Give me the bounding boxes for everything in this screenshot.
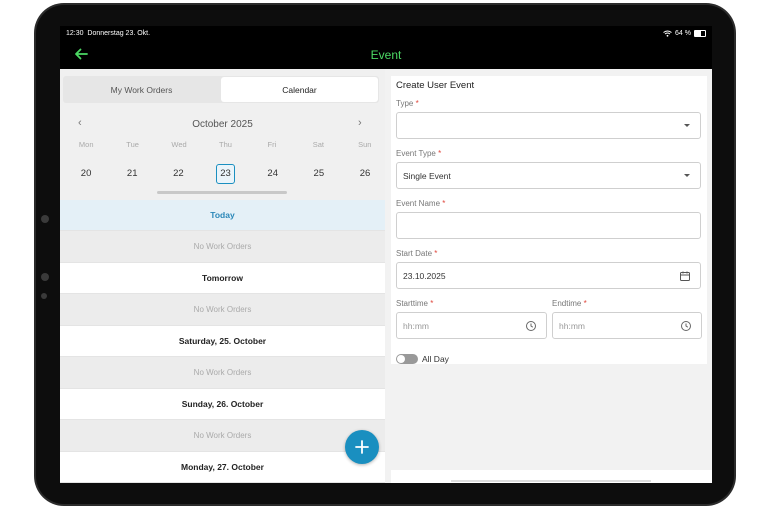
start-date-label-text: Start Date	[396, 249, 433, 258]
day-group-heading: Today	[60, 200, 385, 231]
event-type-label: Event Type *	[396, 149, 441, 158]
day-group-heading: Sunday, 26. October	[60, 389, 385, 420]
calendar-day[interactable]: 24	[253, 165, 293, 183]
view-tabs: My Work Orders Calendar	[63, 76, 379, 103]
hardware-button	[41, 273, 49, 281]
weekday-label: Tue	[126, 140, 139, 149]
starttime-placeholder: hh:mm	[403, 320, 429, 331]
starttime-label: Starttime *	[396, 299, 433, 308]
starttime-input[interactable]: hh:mm	[396, 312, 547, 339]
event-type-label-text: Event Type	[396, 149, 436, 158]
event-type-select[interactable]: Single Event	[396, 162, 701, 189]
calendar-icon[interactable]	[679, 270, 691, 282]
endtime-label: Endtime *	[552, 299, 587, 308]
empty-work-orders: No Work Orders	[60, 294, 385, 326]
create-event-form: Create User Event Type * Event Type * Si…	[391, 76, 707, 364]
calendar-day[interactable]: 26	[345, 165, 385, 183]
calendar-day-selected[interactable]: 23	[216, 164, 235, 184]
type-label-text: Type	[396, 99, 414, 108]
day-group-heading: Tomorrow	[60, 263, 385, 294]
wifi-icon	[663, 30, 672, 37]
dropdown-arrow-icon	[684, 174, 690, 177]
status-date: Donnerstag 23. Okt.	[87, 29, 151, 37]
calendar-day[interactable]: 25	[299, 165, 339, 183]
required-marker: *	[438, 149, 442, 158]
tab-calendar[interactable]: Calendar	[221, 77, 378, 102]
status-left: 12:30 Donnerstag 23. Okt.	[66, 30, 150, 37]
required-marker: *	[434, 249, 438, 258]
type-select[interactable]	[396, 112, 701, 139]
day-row: 20 21 22 23 24 25 26	[60, 164, 385, 184]
weekday-label: Thu	[219, 140, 232, 149]
clock-icon[interactable]	[525, 320, 537, 332]
empty-work-orders: No Work Orders	[60, 420, 385, 452]
calendar-day[interactable]: 20	[66, 165, 106, 183]
tab-my-work-orders[interactable]: My Work Orders	[63, 76, 220, 103]
status-right: 64 %	[663, 29, 706, 37]
left-panel: My Work Orders Calendar ‹ October 2025 ›…	[60, 69, 385, 483]
empty-work-orders: No Work Orders	[60, 357, 385, 389]
weekday-label: Mon	[78, 140, 94, 149]
weekday-label: Sun	[358, 140, 372, 149]
arrow-left-icon[interactable]	[72, 45, 90, 63]
battery-icon	[694, 29, 706, 37]
calendar-month-label: October 2025	[192, 118, 253, 130]
start-date-input[interactable]: 23.10.2025	[396, 262, 701, 289]
required-marker: *	[430, 299, 434, 308]
plus-icon	[355, 440, 369, 454]
hardware-button	[41, 293, 47, 299]
required-marker: *	[583, 299, 587, 308]
event-name-label: Event Name *	[396, 199, 445, 208]
day-group-heading: Saturday, 25. October	[60, 326, 385, 357]
add-event-button[interactable]	[345, 430, 379, 464]
type-label: Type *	[396, 99, 419, 108]
battery-percentage: 64 %	[675, 29, 691, 37]
work-order-list: Today No Work Orders Tomorrow No Work Or…	[60, 200, 385, 483]
calendar-day[interactable]: 21	[112, 165, 152, 183]
starttime-label-text: Starttime	[396, 299, 429, 308]
app-screen: 12:30 Donnerstag 23. Okt. 64 % Event My …	[60, 26, 712, 483]
weekday-label: Wed	[171, 140, 187, 149]
weekday-label: Sat	[312, 140, 324, 149]
weekday-label: Fri	[267, 140, 277, 149]
all-day-toggle[interactable]	[396, 354, 418, 364]
app-header: Event	[60, 40, 712, 69]
event-type-value: Single Event	[403, 170, 451, 181]
hardware-button	[41, 215, 49, 223]
event-name-label-text: Event Name	[396, 199, 441, 208]
start-date-label: Start Date *	[396, 249, 437, 258]
clock-icon[interactable]	[680, 320, 692, 332]
bottom-bar	[391, 470, 712, 483]
form-title: Create User Event	[396, 80, 475, 91]
status-bar: 12:30 Donnerstag 23. Okt. 64 %	[60, 26, 712, 40]
calendar-day[interactable]: 22	[158, 165, 198, 183]
empty-work-orders: No Work Orders	[60, 231, 385, 263]
endtime-input[interactable]: hh:mm	[552, 312, 702, 339]
status-time: 12:30	[66, 29, 84, 37]
day-group-heading: Monday, 27. October	[60, 452, 385, 483]
start-date-value: 23.10.2025	[403, 270, 446, 281]
all-day-label: All Day	[422, 354, 449, 364]
page-title: Event	[370, 47, 402, 62]
chevron-right-icon[interactable]: ›	[358, 117, 362, 129]
event-name-input[interactable]	[396, 212, 701, 239]
weekday-row: Mon Tue Wed Thu Fri Sat Sun	[60, 140, 385, 149]
required-marker: *	[415, 99, 419, 108]
dropdown-arrow-icon	[684, 124, 690, 127]
week-scroll-indicator[interactable]	[157, 191, 287, 194]
required-marker: *	[442, 199, 446, 208]
endtime-placeholder: hh:mm	[559, 320, 585, 331]
endtime-label-text: Endtime	[552, 299, 582, 308]
